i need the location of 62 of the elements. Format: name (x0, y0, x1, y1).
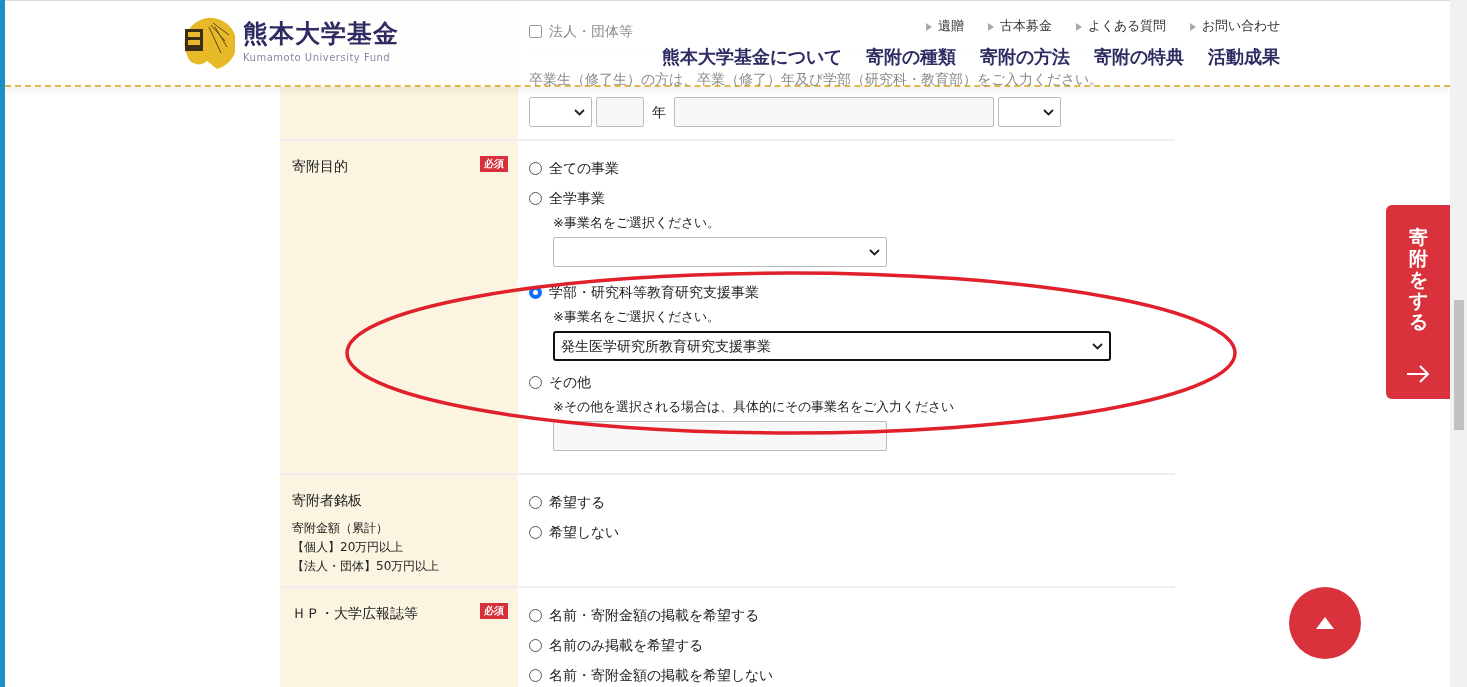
field-label: 寄附者銘板 (292, 491, 362, 510)
option-label: 希望する (549, 492, 605, 512)
radio-button[interactable] (529, 375, 542, 389)
up-triangle-icon (1316, 617, 1334, 629)
option-label: 学部・研究科等教育研究支援事業 (549, 282, 759, 302)
scrollbar-track[interactable] (1450, 0, 1467, 687)
input-field[interactable] (674, 97, 994, 127)
scrollbar-thumb[interactable] (1454, 300, 1464, 430)
tab-label: 寄附をする (1408, 227, 1428, 332)
option-label: 全ての事業 (549, 158, 619, 178)
required-badge: 必須 (480, 603, 508, 619)
option-label: その他 (549, 372, 591, 392)
radio-button[interactable] (529, 638, 542, 652)
triangle-icon (1076, 22, 1082, 32)
option-label: 名前・寄附金額の掲載を希望しない (549, 665, 773, 685)
label-note: 寄附金額（累計） (292, 520, 389, 537)
nav-link[interactable]: 熊本大学基金について (662, 43, 842, 71)
header-link[interactable]: よくある質問 (1076, 15, 1166, 36)
caret-icon (574, 108, 585, 116)
donate-tab[interactable]: 寄附をする (1386, 205, 1450, 399)
field-label: ＨＰ・大学広報誌等 (292, 604, 418, 623)
header-link[interactable]: 遺贈 (926, 15, 964, 36)
radio-button[interactable] (529, 525, 542, 539)
label-note: 【法人・団体】50万円以上 (292, 558, 441, 575)
triangle-icon (1190, 22, 1196, 32)
triangle-icon (988, 22, 994, 32)
note-text: ※その他を選択される場合は、具体的にその事業名をご入力ください (552, 398, 955, 416)
option-label: 名前・寄附金額の掲載を希望する (549, 605, 759, 625)
note-text: 卒業生（修了生）の方は、卒業（修了）年及び学部（研究科・教育部）をご入力ください。 (529, 70, 1104, 89)
option-label: 法人・団体等 (549, 21, 633, 41)
input-field[interactable] (596, 97, 644, 127)
note-text: ※事業名をご選択ください。 (552, 214, 721, 232)
nav-link[interactable]: 活動成果 (1208, 43, 1280, 71)
arrow-icon (1406, 365, 1430, 383)
caret-icon (1092, 342, 1103, 350)
nav-link[interactable]: 寄附の種類 (866, 43, 956, 71)
field-label: 寄附目的 (292, 157, 348, 176)
header-link[interactable]: お問い合わせ (1190, 15, 1280, 36)
logo-title: 熊本大学基金 (243, 21, 399, 46)
triangle-icon (926, 22, 932, 32)
option-label: 希望しない (549, 522, 619, 542)
label-note: 【個人】20万円以上 (292, 539, 405, 556)
radio-button[interactable] (529, 191, 542, 205)
radio-button[interactable] (529, 608, 542, 622)
select-field[interactable] (998, 97, 1061, 127)
header-link[interactable]: 古本募金 (988, 15, 1052, 36)
select-field[interactable] (553, 237, 887, 267)
nav-link[interactable]: 寄附の特典 (1094, 43, 1184, 71)
logo-subtitle: Kumamoto University Fund (243, 51, 392, 65)
nav-link[interactable]: 寄附の方法 (980, 43, 1070, 71)
caret-icon (1043, 108, 1054, 116)
select-field[interactable]: 発生医学研究所教育研究支援事業 (553, 331, 1111, 361)
select-field[interactable] (529, 97, 592, 127)
note-text: ※事業名をご選択ください。 (552, 308, 721, 326)
caret-icon (869, 248, 880, 256)
radio-button[interactable] (529, 668, 542, 682)
required-badge: 必須 (480, 156, 508, 172)
radio-button[interactable] (529, 161, 542, 175)
radio-button[interactable] (529, 495, 542, 509)
option-label: 全学事業 (549, 188, 605, 208)
option-label: 名前のみ掲載を希望する (549, 635, 703, 655)
unit-label: 年 (652, 102, 666, 122)
